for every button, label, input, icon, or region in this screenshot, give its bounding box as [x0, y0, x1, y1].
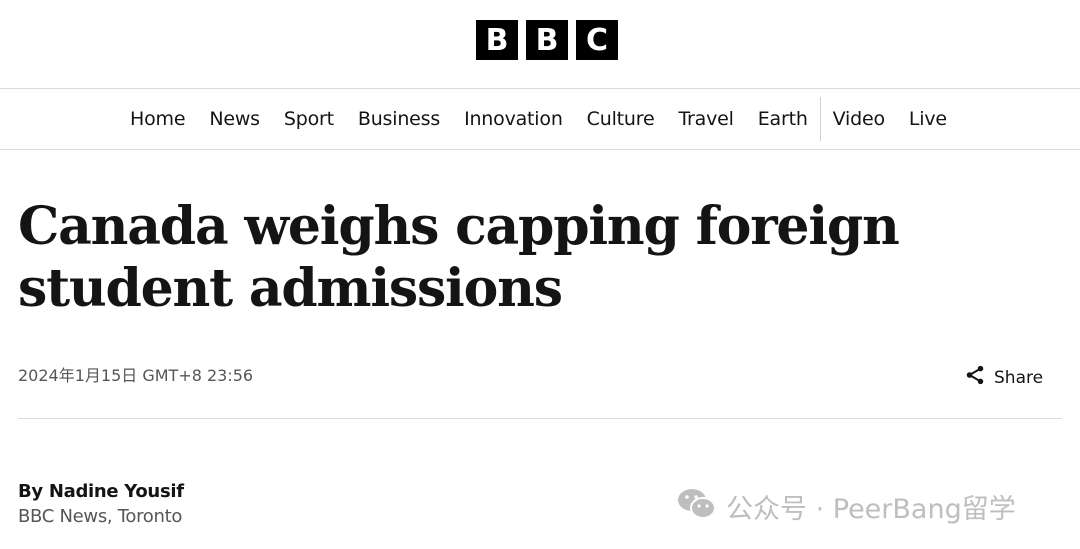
author-role: BBC News, Toronto — [18, 506, 183, 527]
nav-items: Home News Sport Business Innovation Cult… — [118, 89, 959, 149]
nav-item-news[interactable]: News — [197, 108, 272, 130]
nav-item-culture[interactable]: Culture — [575, 108, 667, 130]
header-divider — [18, 418, 1062, 419]
nav-item-home[interactable]: Home — [118, 108, 197, 130]
logo-letter-b2: B — [526, 20, 568, 60]
wechat-icon — [676, 486, 718, 527]
main-nav: Home News Sport Business Innovation Cult… — [0, 89, 1080, 150]
nav-item-earth[interactable]: Earth — [746, 108, 820, 130]
logo-letter-c: C — [576, 20, 618, 60]
masthead: B B C — [0, 0, 1080, 89]
nav-item-live[interactable]: Live — [897, 108, 959, 130]
share-label: Share — [994, 367, 1044, 388]
author-line: By Nadine Yousif — [18, 481, 184, 502]
share-icon — [964, 364, 986, 391]
logo-letter-b1: B — [476, 20, 518, 60]
nav-item-video[interactable]: Video — [821, 108, 897, 130]
article-headline: Canada weighs capping foreign student ad… — [18, 196, 900, 319]
watermark: 公众号 · PeerBang留学 — [676, 486, 1016, 527]
bbc-logo[interactable]: B B C — [476, 20, 618, 60]
author-name[interactable]: Nadine Yousif — [49, 481, 184, 502]
nav-item-travel[interactable]: Travel — [666, 108, 745, 130]
share-button[interactable]: Share — [964, 364, 1043, 391]
article-timestamp: 2024年1月15日 GMT+8 23:56 — [18, 366, 254, 385]
watermark-text: 公众号 · PeerBang留学 — [726, 494, 1016, 525]
nav-item-sport[interactable]: Sport — [272, 108, 346, 130]
nav-item-business[interactable]: Business — [346, 108, 452, 130]
nav-item-innovation[interactable]: Innovation — [452, 108, 575, 130]
byline: By Nadine Yousif BBC News, Toronto — [18, 481, 184, 527]
byline-prefix: By — [18, 481, 43, 502]
